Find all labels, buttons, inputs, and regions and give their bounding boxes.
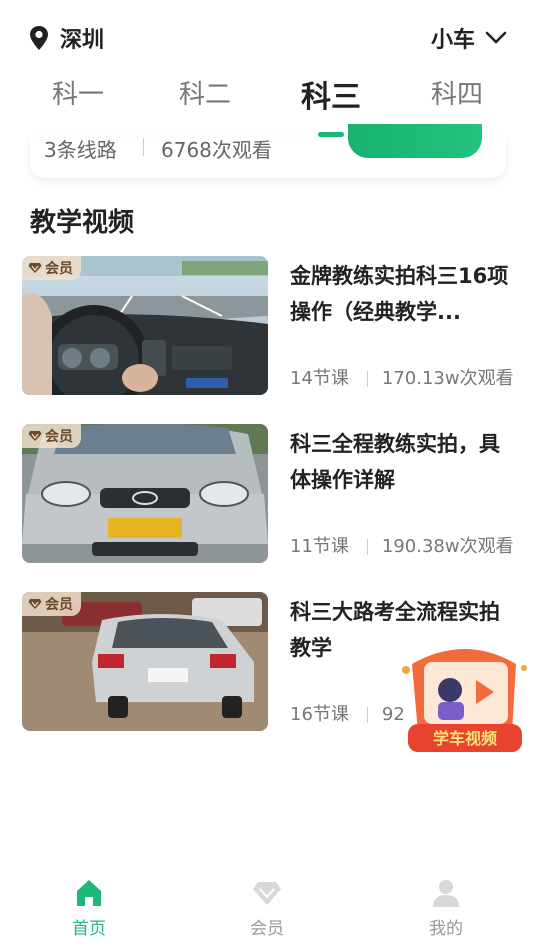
divider xyxy=(143,138,144,156)
user-icon xyxy=(433,880,459,907)
tab-subject-4[interactable]: 科四 xyxy=(407,74,507,111)
tab-subject-3[interactable]: 科三 xyxy=(281,72,381,116)
lesson-count: 11节课 xyxy=(290,536,349,557)
top-bar: 深圳 小车 xyxy=(0,0,535,70)
nav-vip-label: 会员 xyxy=(250,919,284,939)
video-meta: 14节课 170.13w次观看 xyxy=(290,364,517,390)
vip-badge: 会员 xyxy=(22,424,81,448)
nav-vip[interactable]: 会员 xyxy=(217,878,317,939)
tab-subject-1[interactable]: 科一 xyxy=(28,74,128,111)
vehicle-type-label: 小车 xyxy=(430,28,475,53)
video-thumbnail[interactable]: 会员 xyxy=(22,592,268,731)
view-count: 170.13w次观看 xyxy=(381,368,514,389)
vip-badge-label: 会员 xyxy=(45,261,73,277)
video-thumbnail[interactable]: 会员 xyxy=(22,256,268,395)
location-pin-icon xyxy=(30,26,48,50)
vip-badge-label: 会员 xyxy=(45,429,73,445)
vip-badge: 会员 xyxy=(22,592,81,616)
view-count: 190.38w次观看 xyxy=(381,536,514,557)
video-thumbnail[interactable]: 会员 xyxy=(22,424,268,563)
route-card[interactable]: 3条线路 6768次观看 xyxy=(30,124,506,178)
chevron-down-icon xyxy=(485,31,507,44)
location-selector[interactable]: 深圳 xyxy=(28,22,104,54)
lesson-count: 16节课 xyxy=(290,704,349,725)
home-icon xyxy=(77,880,101,906)
vehicle-type-selector[interactable]: 小车 xyxy=(431,22,507,54)
tab-subject-2[interactable]: 科二 xyxy=(155,74,255,111)
diamond-icon xyxy=(253,882,281,905)
nav-home[interactable]: 首页 xyxy=(39,878,139,939)
route-action-button[interactable] xyxy=(348,124,482,158)
diamond-icon xyxy=(28,263,42,273)
route-count: 3条线路 xyxy=(44,138,117,162)
route-view-count: 6768次观看 xyxy=(161,138,272,162)
video-item[interactable]: 会员 金牌教练实拍科三16项操作（经典教学... 14节课 170.13w次观看 xyxy=(22,256,517,396)
video-meta: 11节课 190.38w次观看 xyxy=(290,532,517,558)
lesson-count: 14节课 xyxy=(290,368,349,389)
divider xyxy=(366,707,368,723)
diamond-icon xyxy=(28,599,42,609)
vip-badge: 会员 xyxy=(22,256,81,280)
divider xyxy=(366,539,368,555)
nav-profile[interactable]: 我的 xyxy=(396,878,496,939)
video-item[interactable]: 会员 科三全程教练实拍，具体操作详解 11节课 190.38w次观看 xyxy=(22,424,517,564)
video-title[interactable]: 金牌教练实拍科三16项操作（经典教学... xyxy=(290,258,514,330)
video-promo-badge-icon: 学车视频 xyxy=(402,649,527,752)
bottom-navigation: 首页 会员 我的 xyxy=(0,870,535,951)
section-title: 教学视频 xyxy=(30,208,135,238)
vip-badge-label: 会员 xyxy=(45,597,73,613)
nav-profile-label: 我的 xyxy=(429,919,463,939)
active-tab-indicator xyxy=(318,132,344,137)
promo-label: 学车视频 xyxy=(433,729,497,748)
nav-home-label: 首页 xyxy=(72,919,106,939)
video-title[interactable]: 科三全程教练实拍，具体操作详解 xyxy=(290,426,514,498)
floating-video-promo[interactable]: 学车视频 xyxy=(398,640,532,758)
city-label: 深圳 xyxy=(60,28,105,53)
divider xyxy=(366,371,368,387)
diamond-icon xyxy=(28,431,42,441)
